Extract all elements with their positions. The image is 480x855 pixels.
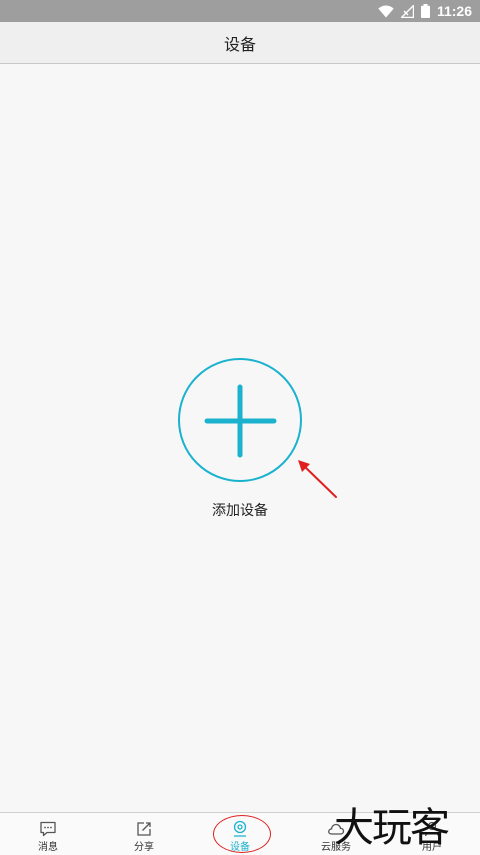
share-icon [137,822,151,836]
message-icon [40,821,56,837]
battery-icon [420,4,430,18]
plus-icon [204,384,277,458]
red-arrow-annotation [298,460,337,498]
wifi-icon [378,4,394,17]
no-signal-icon [400,4,414,18]
status-time: 11:26 [436,3,472,19]
watermark-text: 大玩客 [334,805,450,851]
tab-share[interactable]: 分享 [96,813,192,855]
tab-label: 分享 [134,842,154,853]
tab-messages[interactable]: 消息 [0,813,96,855]
add-device-label: 添加设备 [212,503,268,519]
status-bar: 11:26 [0,0,480,22]
active-tab-highlight [213,815,271,853]
status-icons: 11:26 [378,0,472,22]
add-device-button[interactable] [178,358,302,482]
title-bar: 设备 [0,22,480,64]
page-title: 设备 [223,34,256,54]
tab-label: 消息 [38,842,58,853]
